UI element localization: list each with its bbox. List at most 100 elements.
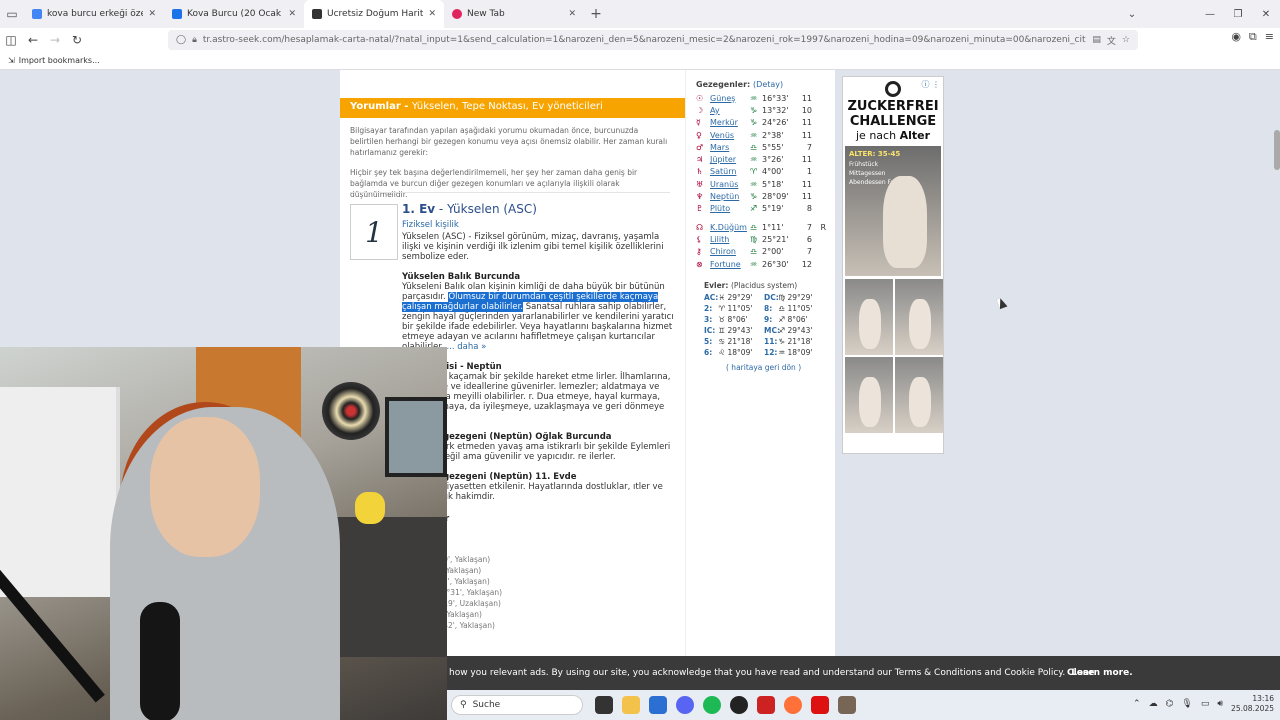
planet-name-link[interactable]: K.Düğüm xyxy=(710,223,750,232)
house-cell: 6: ♌ 18°09' xyxy=(704,348,753,357)
close-icon[interactable]: ✕ xyxy=(428,9,436,19)
planet-house: 6 xyxy=(806,234,812,244)
menu-icon[interactable]: ≡ xyxy=(1265,30,1274,44)
planet-glyph-icon: ☽ xyxy=(696,105,704,115)
sidebar-icon[interactable]: ◫ xyxy=(0,29,22,51)
forward-icon[interactable]: → xyxy=(44,29,66,51)
volume-icon[interactable]: 🔊︎ xyxy=(1217,699,1223,709)
close-window-icon[interactable]: ✕ xyxy=(1252,0,1280,28)
house-cell: 3: ♉ 8°06' xyxy=(704,315,748,324)
extensions-icon[interactable]: ⧉ xyxy=(1249,30,1257,44)
star-icon[interactable]: ☆ xyxy=(1122,35,1130,45)
planet-degree: 4°00' xyxy=(762,167,784,177)
planet-name-link[interactable]: Lilith xyxy=(710,235,750,244)
detail-link[interactable]: (Detay) xyxy=(753,80,783,89)
spotify-icon[interactable] xyxy=(703,696,721,714)
close-icon[interactable]: ✕ xyxy=(288,9,296,19)
planet-name-link[interactable]: Mars xyxy=(710,143,750,152)
maximize-icon[interactable]: ❐ xyxy=(1224,0,1252,28)
network-icon[interactable]: ⌬ xyxy=(1166,699,1174,709)
house-cell: 8: ♎ 11°05' xyxy=(764,304,813,313)
mic-icon[interactable]: 🎙︎ xyxy=(1181,699,1192,709)
close-icon[interactable]: ✕ xyxy=(568,9,576,19)
planet-degree: 26°30' xyxy=(762,259,789,269)
tab-3[interactable]: Ücretsiz Doğum Haritası Hesapl✕ xyxy=(304,0,444,28)
search-icon: ⚲ xyxy=(460,700,467,710)
new-tab-icon[interactable]: + xyxy=(584,6,608,22)
tab-list-icon[interactable]: ⌄ xyxy=(1118,0,1146,28)
translate-icon[interactable]: 文 xyxy=(1107,34,1116,47)
advertisement[interactable]: ⓘ ⋮ ZUCKERFREI CHALLENGE je nach Alter A… xyxy=(842,76,944,454)
back-icon[interactable]: ← xyxy=(22,29,44,51)
face xyxy=(150,417,260,557)
planet-name-link[interactable]: Güneş xyxy=(710,94,750,103)
planet-degree: 3°26' xyxy=(762,155,784,165)
back-to-chart-link[interactable]: ( haritaya geri dön ) xyxy=(726,363,801,372)
planet-name-link[interactable]: Venüs xyxy=(710,131,750,140)
planet-house: 12 xyxy=(801,259,812,269)
discord-icon[interactable] xyxy=(676,696,694,714)
site-icon xyxy=(172,9,182,19)
minimize-icon[interactable]: — xyxy=(1196,0,1224,28)
ad-info-icon[interactable]: ⓘ ⋮ xyxy=(921,79,940,90)
cloud-icon[interactable]: ☁ xyxy=(1149,699,1158,709)
account-icon[interactable]: ◉ xyxy=(1231,30,1241,44)
taskbar-search[interactable]: ⚲ Suche xyxy=(451,695,583,715)
page-scrollbar[interactable] xyxy=(1274,130,1280,170)
firefox-icon[interactable] xyxy=(784,696,802,714)
planet-row: ♂ Mars ♎ 5°55' 7 xyxy=(696,141,831,153)
planet-row: ☊ K.Düğüm ♎ 1°11' 7 R xyxy=(696,221,831,233)
app-icon[interactable] xyxy=(811,696,829,714)
planet-glyph-icon: ☿ xyxy=(696,118,701,128)
planet-name-link[interactable]: Satürn xyxy=(710,167,750,176)
tab-bar: ▭ kova burcu erkeği özellikleri - G✕ Kov… xyxy=(0,0,1280,28)
tab-menu-icon[interactable]: ▭ xyxy=(0,0,24,28)
file-explorer-icon[interactable] xyxy=(622,696,640,714)
obs-icon[interactable] xyxy=(730,696,748,714)
sidebar: Gezegenler: (Detay) ☉ Güneş ♒ 16°33' 11 ☽ Ay ♑ 1… xyxy=(685,70,835,656)
clock[interactable]: 13:16 25.08.2025 xyxy=(1231,694,1274,714)
house-title: 1. Ev - Yükselen (ASC) xyxy=(402,202,537,216)
section-header: Yorumlar - Yükselen, Tepe Noktası, Ev yö… xyxy=(340,98,685,118)
import-bookmarks[interactable]: Import bookmarks... xyxy=(19,56,100,65)
voicemod-icon[interactable] xyxy=(757,696,775,714)
candle-image xyxy=(883,176,927,268)
close-icon[interactable]: ✕ xyxy=(148,9,156,19)
google-icon xyxy=(32,9,42,19)
chevron-up-icon[interactable]: ⌃ xyxy=(1133,699,1141,709)
planet-name-link[interactable]: Ay xyxy=(710,106,750,115)
planet-row: ♄ Satürn ♈ 4°00' 1 xyxy=(696,166,831,178)
planet-house: 10 xyxy=(801,105,812,115)
taskbar-apps xyxy=(595,696,856,714)
reader-icon[interactable]: ▤ xyxy=(1092,35,1101,45)
planet-name-link[interactable]: Plüto xyxy=(710,204,750,213)
astro-icon xyxy=(312,9,322,19)
more-link[interactable]: ... daha » xyxy=(446,342,486,352)
sign-glyph-icon: ♑ xyxy=(750,192,758,202)
planet-name-link[interactable]: Chiron xyxy=(710,247,750,256)
divider xyxy=(350,192,670,193)
planet-name-link[interactable]: Uranüs xyxy=(710,180,750,189)
planet-degree: 5°18' xyxy=(762,179,784,189)
planet-name-link[interactable]: Merkür xyxy=(710,118,750,127)
tab-4[interactable]: New Tab ✕ xyxy=(444,0,584,28)
reload-icon[interactable]: ↻ xyxy=(66,29,88,51)
cookie-close-button[interactable]: Close xyxy=(1067,668,1094,678)
planet-glyph-icon: ♃ xyxy=(696,155,704,165)
planet-degree: 1°11' xyxy=(762,222,784,232)
tab-2[interactable]: Kova Burcu (20 Ocak - 18 Şubat)✕ xyxy=(164,0,304,28)
sign-glyph-icon: ♑ xyxy=(750,118,758,128)
task-view-icon[interactable] xyxy=(595,696,613,714)
planet-row: ⚸ Lilith ♍ 25°21' 6 xyxy=(696,233,831,245)
store-icon[interactable] xyxy=(649,696,667,714)
planet-name-link[interactable]: Jüpiter xyxy=(710,155,750,164)
tab-1[interactable]: kova burcu erkeği özellikleri - G✕ xyxy=(24,0,164,28)
dartboard xyxy=(322,382,380,440)
url-bar[interactable]: ◯ 🔒︎ tr.astro-seek.com/hesaplamak-carta-… xyxy=(168,30,1138,50)
display-icon[interactable]: ▭ xyxy=(1201,699,1210,709)
app-icon[interactable] xyxy=(838,696,856,714)
paragraph-selected[interactable]: Yükseleni Balık olan kişinin kimliği de … xyxy=(402,282,677,352)
planet-name-link[interactable]: Neptün xyxy=(710,192,750,201)
webcam-overlay xyxy=(0,347,447,720)
planet-name-link[interactable]: Fortune xyxy=(710,260,750,269)
